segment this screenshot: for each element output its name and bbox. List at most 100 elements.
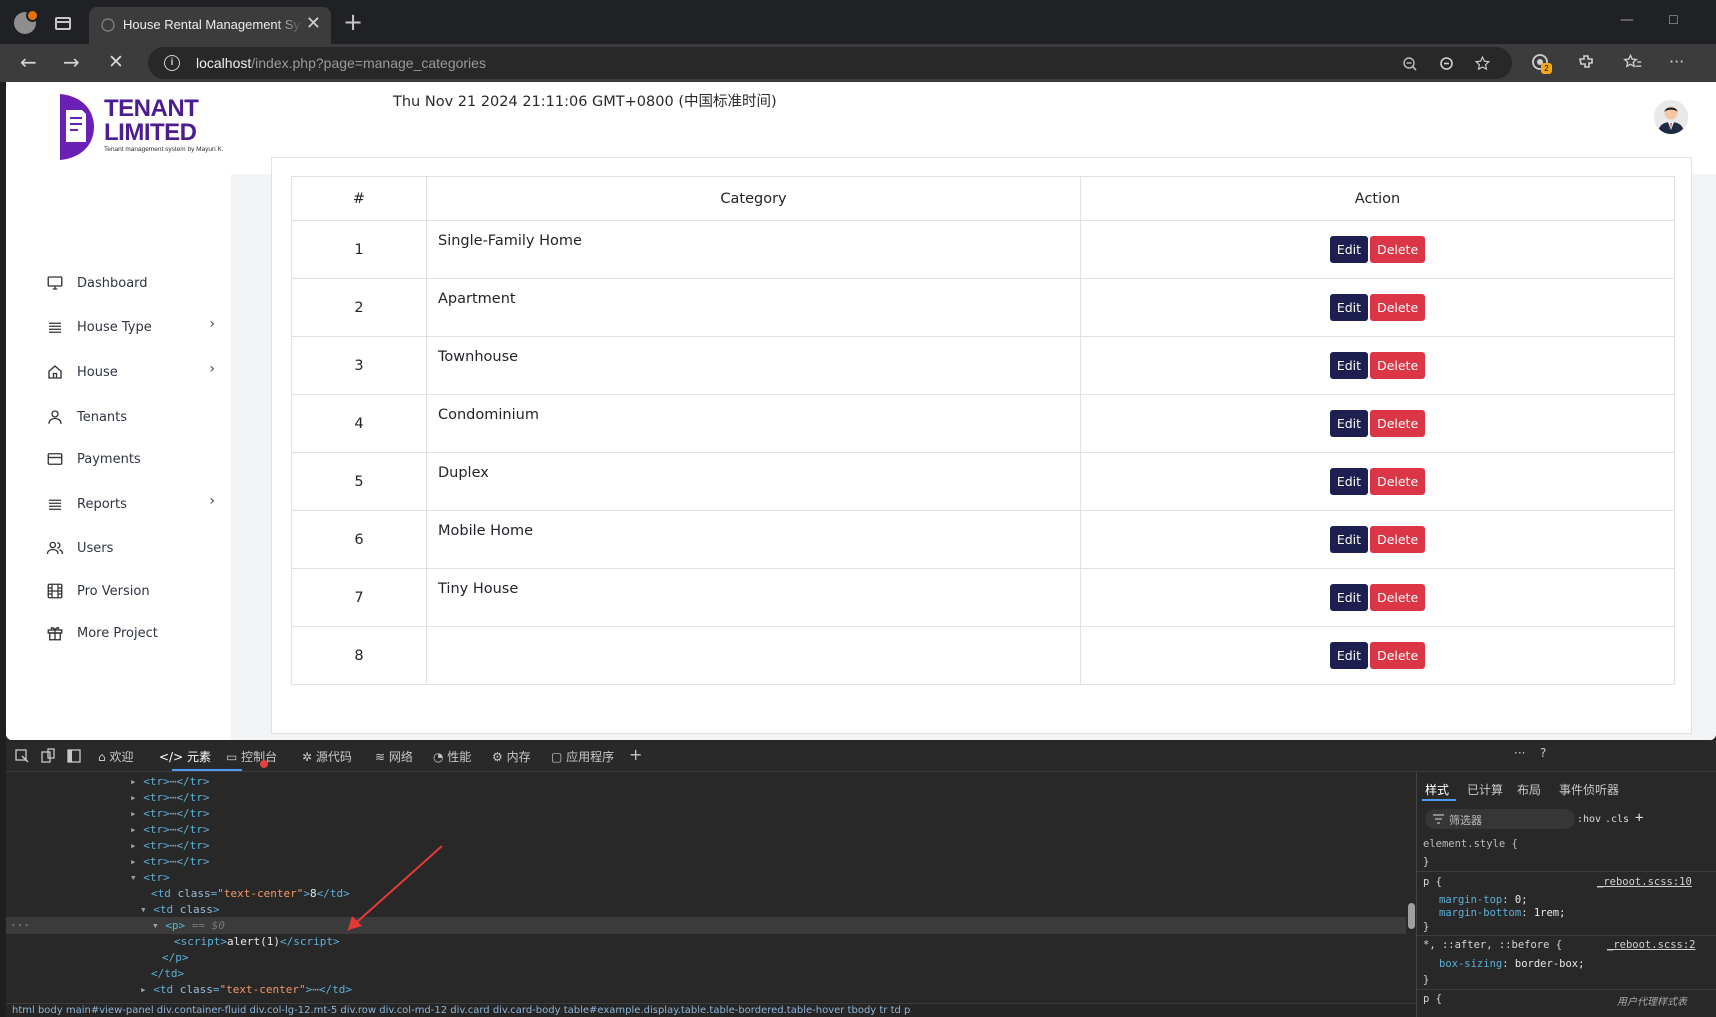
read-aloud-icon[interactable]: [1438, 55, 1455, 72]
edit-button[interactable]: Edit: [1329, 584, 1369, 611]
new-tab-button[interactable]: +: [343, 9, 363, 35]
dom-node-p-selected[interactable]: ··· ▾ <p> == $0: [6, 917, 1406, 934]
chevron-right-icon: ›: [209, 316, 215, 332]
dom-node-collapsed[interactable]: ▸ <tr>⋯</tr>: [130, 853, 1530, 870]
tab-event-listeners[interactable]: 事件侦听器: [1559, 781, 1619, 798]
delete-button[interactable]: Delete: [1370, 526, 1426, 553]
maximize-icon[interactable]: ☐: [1668, 13, 1679, 27]
css-prop-box-sizing[interactable]: box-sizing: border-box;: [1439, 958, 1584, 970]
edit-button[interactable]: Edit: [1329, 236, 1369, 263]
styles-filter-input[interactable]: 筛选器: [1425, 809, 1575, 829]
sidebar-item-more-project[interactable]: More Project: [45, 621, 215, 645]
row-actions: Edit Delete: [1080, 568, 1675, 627]
dom-node-collapsed[interactable]: ▸ <tr>⋯</tr>: [130, 805, 1530, 822]
more-options-icon[interactable]: ···: [1669, 52, 1684, 72]
dom-node-td-collapsed[interactable]: ▸ <td class="text-center">⋯</td>: [140, 981, 1540, 998]
delete-button[interactable]: Delete: [1370, 584, 1426, 611]
tab-network[interactable]: ≋ 网络: [375, 748, 413, 765]
hov-toggle[interactable]: :hov: [1577, 814, 1601, 825]
dom-node-collapsed[interactable]: ▸ <tr>⋯</tr>: [130, 773, 1530, 790]
tab-welcome[interactable]: ⌂ 欢迎: [98, 748, 133, 765]
add-rule-icon[interactable]: +: [1635, 810, 1643, 826]
edit-button[interactable]: Edit: [1329, 468, 1369, 495]
rule-divider: [1417, 989, 1716, 990]
dom-scrollbar[interactable]: [1406, 773, 1416, 1003]
dock-side-icon[interactable]: [66, 748, 82, 764]
sidebar-item-dashboard[interactable]: Dashboard: [45, 271, 215, 295]
favorites-list-icon[interactable]: [1623, 52, 1643, 72]
help-icon[interactable]: ?: [1540, 746, 1546, 760]
tab-application[interactable]: ▢ 应用程序: [551, 748, 614, 765]
row-number: 1: [291, 220, 427, 279]
edit-button[interactable]: Edit: [1329, 642, 1369, 669]
star-rule-selector[interactable]: *, ::after, ::before {: [1423, 939, 1562, 951]
delete-button[interactable]: Delete: [1370, 642, 1426, 669]
forward-icon[interactable]: →: [63, 51, 80, 73]
tab-elements[interactable]: </> 元素: [159, 748, 211, 765]
user-avatar[interactable]: [1654, 100, 1688, 134]
dom-node-tr[interactable]: ▾ <tr>: [130, 869, 1530, 886]
star-rule-source[interactable]: _reboot.scss:2: [1607, 939, 1696, 951]
tab-console[interactable]: ▭ 控制台: [226, 748, 277, 765]
browser-tab-active[interactable]: House Rental Management Syste ✕: [89, 7, 331, 44]
sidebar-item-house[interactable]: House ›: [45, 360, 215, 384]
css-prop-margin-top[interactable]: margin-top: 0;: [1439, 894, 1528, 906]
css-prop-margin-bottom[interactable]: margin-bottom: 1rem;: [1439, 907, 1565, 919]
tab-memory[interactable]: ⚙ 内存: [492, 748, 531, 765]
element-style-rule[interactable]: element.style {: [1423, 838, 1518, 850]
delete-button[interactable]: Delete: [1370, 236, 1426, 263]
sidebar-item-tenants[interactable]: Tenants: [45, 405, 215, 429]
delete-button[interactable]: Delete: [1370, 410, 1426, 437]
edit-button[interactable]: Edit: [1329, 294, 1369, 321]
tab-computed[interactable]: 已计算: [1467, 781, 1503, 798]
p-rule-source[interactable]: _reboot.scss:10: [1597, 876, 1692, 888]
profile-avatar-icon[interactable]: [14, 9, 39, 34]
extensions-icon[interactable]: [1576, 52, 1596, 72]
favorite-star-icon[interactable]: [1474, 55, 1491, 72]
sidebar-item-house-type[interactable]: House Type ›: [45, 315, 215, 339]
tab-styles[interactable]: 样式: [1425, 781, 1449, 798]
dom-node-collapsed[interactable]: ▸ <tr>⋯</tr>: [130, 789, 1530, 806]
address-bar[interactable]: i localhost/index.php?page=manage_catego…: [148, 47, 1512, 79]
zoom-out-icon[interactable]: [1402, 56, 1418, 72]
edit-button[interactable]: Edit: [1329, 410, 1369, 437]
dom-breadcrumb[interactable]: html body main#view-panel div.container-…: [6, 1003, 1416, 1017]
tab-welcome-label: 欢迎: [109, 750, 134, 764]
sidebar-item-payments[interactable]: Payments: [45, 447, 215, 471]
dom-node-td-number[interactable]: <td class="text-center">8</td>: [151, 885, 1551, 902]
dom-node-collapsed[interactable]: ▸ <tr>⋯</tr>: [130, 837, 1530, 854]
delete-button[interactable]: Delete: [1370, 352, 1426, 379]
scrollbar-thumb[interactable]: [1408, 903, 1415, 929]
p2-rule-selector[interactable]: p {: [1423, 993, 1442, 1005]
sidebar-item-reports[interactable]: Reports ›: [45, 492, 215, 516]
sidebar-item-label: Reports: [77, 496, 127, 512]
device-emulation-icon[interactable]: [40, 748, 56, 764]
p-rule-selector[interactable]: p {: [1423, 876, 1442, 888]
delete-button[interactable]: Delete: [1370, 468, 1426, 495]
dom-node-script[interactable]: <script>alert(1)</script>: [174, 933, 1574, 950]
inspect-element-icon[interactable]: [14, 748, 30, 764]
row-number: 3: [291, 336, 427, 395]
tab-layout[interactable]: 布局: [1517, 781, 1541, 798]
sidebar-item-pro-version[interactable]: Pro Version: [45, 579, 215, 603]
tab-performance[interactable]: ◔ 性能: [433, 748, 471, 765]
edit-button[interactable]: Edit: [1329, 526, 1369, 553]
tab-actions-icon[interactable]: [55, 17, 71, 30]
cls-toggle[interactable]: .cls: [1605, 814, 1629, 825]
tab-sources[interactable]: ✲ 源代码: [302, 748, 352, 765]
add-tool-icon[interactable]: +: [629, 745, 642, 764]
styles-tabs: 样式 已计算 布局 事件侦听器: [1417, 773, 1716, 801]
dom-node-td[interactable]: ▾ <td class>: [140, 901, 1540, 918]
tab-close-icon[interactable]: ✕: [306, 13, 321, 35]
stop-icon[interactable]: ✕: [108, 51, 124, 73]
rule-divider: [1417, 871, 1716, 872]
minimize-icon[interactable]: —: [1620, 12, 1634, 28]
site-info-icon[interactable]: i: [164, 55, 180, 71]
sidebar-item-users[interactable]: Users: [45, 536, 215, 560]
dom-node-collapsed[interactable]: ▸ <tr>⋯</tr>: [130, 821, 1530, 838]
back-icon[interactable]: ←: [20, 51, 37, 73]
more-tools-icon[interactable]: ···: [1514, 746, 1525, 760]
tab-application-label: 应用程序: [566, 750, 615, 764]
edit-button[interactable]: Edit: [1329, 352, 1369, 379]
delete-button[interactable]: Delete: [1370, 294, 1426, 321]
